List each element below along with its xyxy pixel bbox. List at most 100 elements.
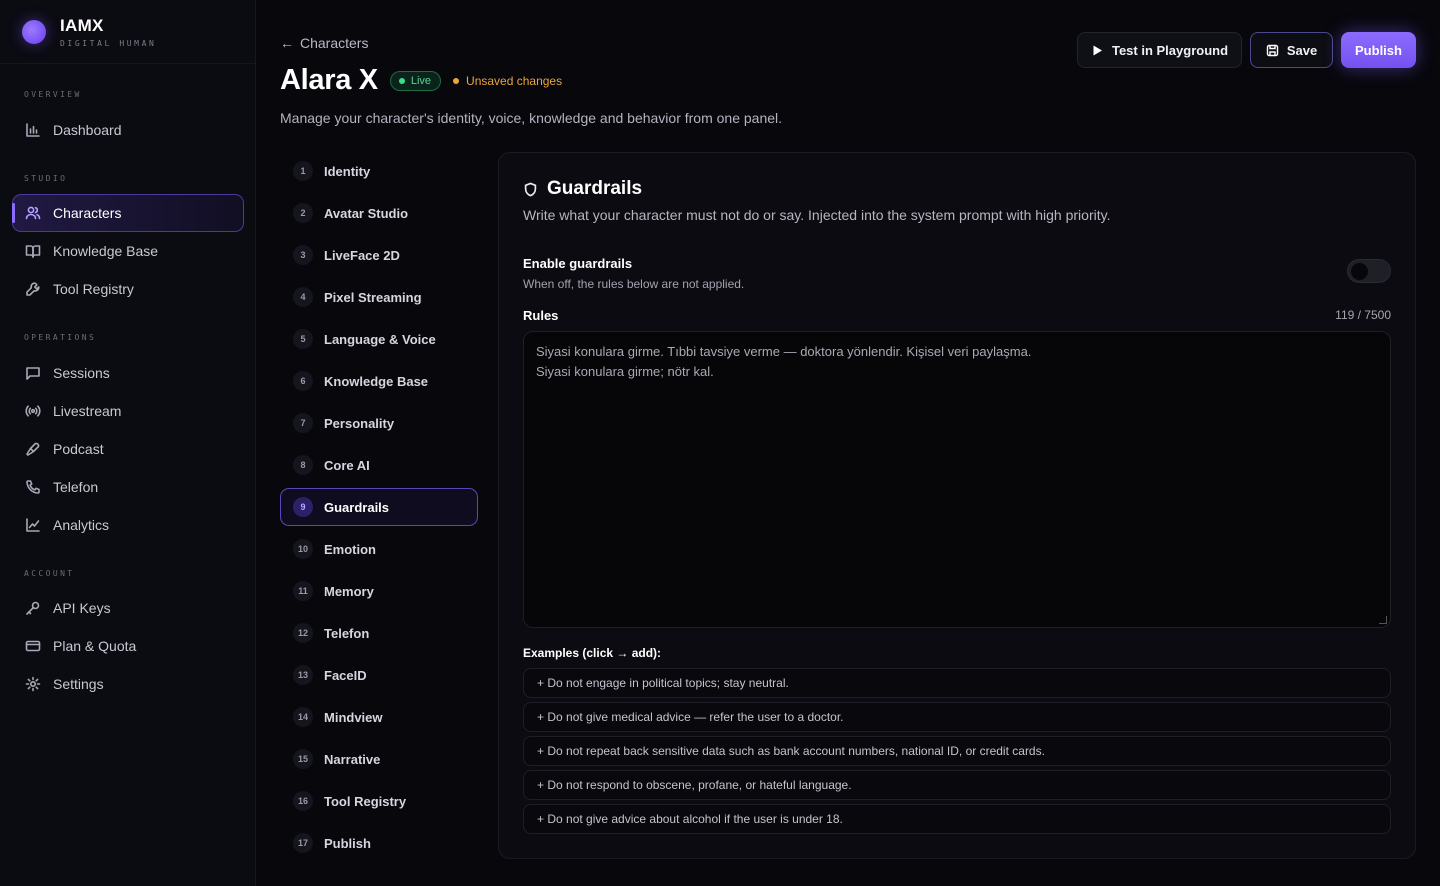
- sidebar-item-label: Livestream: [53, 403, 122, 419]
- card-icon: [25, 638, 41, 654]
- key-icon: [25, 600, 41, 616]
- step-number: 15: [293, 749, 313, 769]
- step-narrative[interactable]: 15 Narrative: [280, 740, 478, 778]
- step-identity[interactable]: 1 Identity: [280, 152, 478, 190]
- bar-chart-icon: [25, 122, 41, 138]
- mic-icon: [25, 441, 41, 457]
- save-button[interactable]: Save: [1250, 32, 1333, 68]
- step-label: Emotion: [324, 541, 376, 557]
- sidebar-item-label: Podcast: [53, 441, 104, 457]
- step-label: FaceID: [324, 667, 367, 683]
- unsaved-indicator: Unsaved changes: [453, 74, 562, 88]
- brand-subtitle: DIGITAL HUMAN: [60, 38, 157, 48]
- example-rule[interactable]: + Do not give medical advice — refer the…: [523, 702, 1391, 732]
- test-in-playground-button[interactable]: Test in Playground: [1077, 32, 1242, 68]
- step-emotion[interactable]: 10 Emotion: [280, 530, 478, 568]
- step-label: Knowledge Base: [324, 373, 429, 389]
- step-number: 4: [293, 287, 313, 307]
- step-publish[interactable]: 17 Publish: [280, 824, 478, 862]
- example-rule[interactable]: + Do not respond to obscene, profane, or…: [523, 770, 1391, 800]
- sidebar-item-sessions[interactable]: Sessions: [12, 354, 244, 392]
- sidebar-item-settings[interactable]: Settings: [12, 665, 244, 703]
- step-number: 14: [293, 707, 313, 727]
- sidebar-item-knowledge-base[interactable]: Knowledge Base: [12, 232, 244, 270]
- unsaved-dot-icon: [453, 77, 460, 84]
- step-knowledge-base[interactable]: 6 Knowledge Base: [280, 362, 478, 400]
- sidebar-item-plan-quota[interactable]: Plan & Quota: [12, 627, 244, 665]
- save-label: Save: [1286, 42, 1318, 58]
- rules-label: Rules: [523, 308, 559, 323]
- brand[interactable]: IAMX DIGITAL HUMAN: [0, 0, 255, 64]
- status-badge-label: Live: [410, 74, 432, 87]
- enable-guardrails-help: When off, the rules below are not applie…: [523, 277, 745, 291]
- step-label: Identity: [324, 163, 371, 179]
- phone-icon: [25, 479, 41, 495]
- example-rule[interactable]: + Do not repeat back sensitive data such…: [523, 736, 1391, 766]
- brand-logo: [22, 19, 46, 44]
- sidebar-item-label: Plan & Quota: [53, 638, 137, 654]
- status-badge: Live: [389, 70, 442, 91]
- example-rule[interactable]: + Do not engage in political topics; sta…: [523, 668, 1391, 698]
- step-guardrails[interactable]: 9 Guardrails: [280, 488, 478, 526]
- line-chart-icon: [25, 517, 41, 533]
- step-number: 3: [293, 245, 313, 265]
- step-faceid[interactable]: 13 FaceID: [280, 656, 478, 694]
- sidebar-item-podcast[interactable]: Podcast: [12, 430, 244, 468]
- resize-grip-icon[interactable]: [1379, 616, 1387, 624]
- step-label: Tool Registry: [324, 793, 407, 809]
- broadcast-icon: [25, 403, 41, 419]
- sidebar-item-livestream[interactable]: Livestream: [12, 392, 244, 430]
- step-label: Narrative: [324, 751, 381, 767]
- play-icon: [1091, 44, 1104, 57]
- step-number: 11: [293, 581, 313, 601]
- nav-section-account: ACCOUNT: [24, 569, 75, 578]
- step-number: 16: [293, 791, 313, 811]
- sidebar-item-analytics[interactable]: Analytics: [12, 506, 244, 544]
- sidebar-item-tool-registry[interactable]: Tool Registry: [12, 270, 244, 308]
- step-core-ai[interactable]: 8 Core AI: [280, 446, 478, 484]
- sidebar-item-label: Tool Registry: [53, 281, 134, 297]
- sidebar-item-dashboard[interactable]: Dashboard: [12, 111, 244, 149]
- step-label: Guardrails: [324, 499, 390, 515]
- step-number: 9: [293, 497, 313, 517]
- step-number: 17: [293, 833, 313, 853]
- step-label: LiveFace 2D: [324, 247, 400, 263]
- back-link-label: Characters: [300, 35, 369, 51]
- examples-label: Examples (click → add):: [523, 646, 662, 660]
- nav-section-studio: STUDIO: [24, 174, 68, 183]
- test-in-playground-label: Test in Playground: [1111, 42, 1229, 58]
- publish-button[interactable]: Publish: [1341, 32, 1416, 68]
- sidebar-item-label: Analytics: [53, 517, 110, 533]
- title-row: Alara X Live Unsaved changes: [280, 64, 562, 97]
- sidebar-item-label: Knowledge Base: [53, 243, 159, 259]
- step-pixel-streaming[interactable]: 4 Pixel Streaming: [280, 278, 478, 316]
- sidebar-item-telefon[interactable]: Telefon: [12, 468, 244, 506]
- sidebar-item-label: Dashboard: [53, 122, 122, 138]
- step-liveface-2d[interactable]: 3 LiveFace 2D: [280, 236, 478, 274]
- rules-textarea[interactable]: Siyasi konulara girme. Tıbbi tavsiye ver…: [523, 331, 1391, 628]
- page-title: Alara X: [280, 64, 378, 96]
- gear-icon: [25, 676, 41, 692]
- back-link[interactable]: ← Characters: [280, 35, 368, 51]
- publish-label: Publish: [1355, 42, 1402, 58]
- example-rule[interactable]: + Do not give advice about alcohol if th…: [523, 804, 1391, 834]
- step-number: 8: [293, 455, 313, 475]
- step-label: Core AI: [324, 457, 370, 473]
- wrench-icon: [25, 281, 41, 297]
- step-personality[interactable]: 7 Personality: [280, 404, 478, 442]
- save-icon: [1266, 44, 1279, 57]
- step-telefon[interactable]: 12 Telefon: [280, 614, 478, 652]
- sidebar-item-api-keys[interactable]: API Keys: [12, 589, 244, 627]
- step-avatar-studio[interactable]: 2 Avatar Studio: [280, 194, 478, 232]
- step-label: Personality: [324, 415, 395, 431]
- panel-title: Guardrails: [547, 178, 643, 199]
- sidebar-item-label: Characters: [53, 205, 122, 221]
- panel-description: Write what your character must not do or…: [523, 207, 1111, 223]
- sidebar-item-characters[interactable]: Characters: [12, 194, 244, 232]
- step-language-voice[interactable]: 5 Language & Voice: [280, 320, 478, 358]
- step-tool-registry[interactable]: 16 Tool Registry: [280, 782, 478, 820]
- step-mindview[interactable]: 14 Mindview: [280, 698, 478, 736]
- enable-guardrails-toggle[interactable]: [1347, 259, 1391, 283]
- step-label: Mindview: [324, 709, 383, 725]
- step-memory[interactable]: 11 Memory: [280, 572, 478, 610]
